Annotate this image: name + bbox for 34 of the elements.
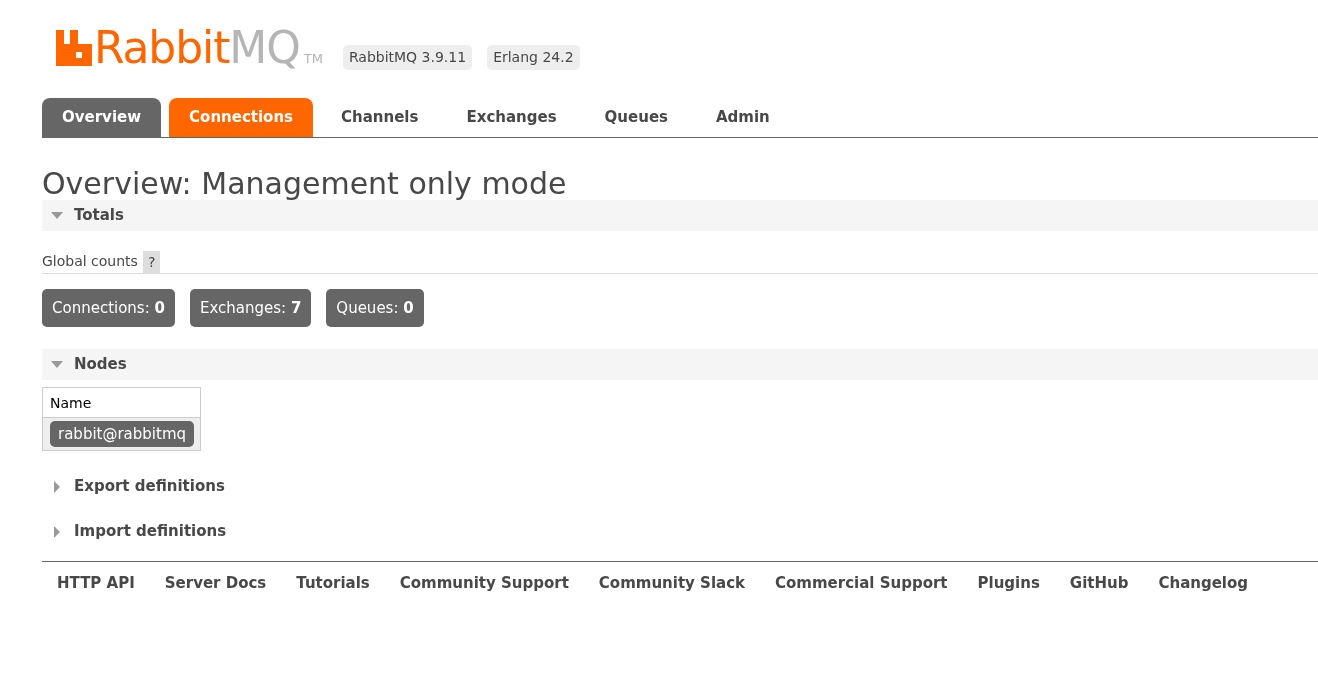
count-badge: Connections: 0	[42, 289, 175, 327]
section-header[interactable]: Export definitions	[42, 471, 1318, 502]
footer-link[interactable]: HTTP API	[57, 572, 135, 595]
count-badge: Exchanges: 7	[189, 289, 312, 327]
section-title: Totals	[74, 205, 124, 227]
footer-link[interactable]: Server Docs	[164, 572, 267, 595]
footer-link[interactable]: Plugins	[977, 572, 1040, 595]
nav-tab[interactable]: Overview	[42, 98, 162, 137]
node-link[interactable]: rabbit@rabbitmq	[50, 421, 195, 447]
footer-link[interactable]: Community Slack	[598, 572, 746, 595]
footer-link[interactable]: Changelog	[1158, 572, 1249, 595]
footer-link[interactable]: Community Support	[399, 572, 569, 595]
version-badge: RabbitMQ 3.9.11	[342, 45, 473, 70]
footer-link[interactable]: Tutorials	[296, 572, 370, 595]
section-header[interactable]: Totals	[42, 200, 1318, 231]
nav-tab[interactable]: Admin	[696, 98, 790, 137]
footer-link[interactable]: GitHub	[1069, 572, 1129, 595]
count-badge: Queues: 0	[326, 289, 424, 327]
footer-link[interactable]: Commercial Support	[775, 572, 948, 595]
help-button[interactable]: ?	[142, 250, 161, 273]
page-title: Overview: Management only mode	[42, 169, 568, 199]
section-title: Export definitions	[74, 476, 225, 498]
logo-icon	[56, 30, 92, 66]
section-header[interactable]: Import definitions	[42, 516, 1318, 547]
nav-tab[interactable]: Exchanges	[446, 98, 577, 137]
version-badge: Erlang 24.2	[487, 45, 580, 70]
label: Global counts	[42, 252, 138, 271]
section-header[interactable]: Nodes	[42, 349, 1318, 380]
trademark: TM	[303, 49, 323, 68]
nav-tab[interactable]: Queues	[584, 98, 688, 137]
nav-tab[interactable]: Channels	[321, 98, 439, 137]
logo-text: RabbitMQ	[94, 26, 300, 70]
section-title: Nodes	[74, 354, 127, 376]
section-title: Import definitions	[74, 521, 227, 543]
